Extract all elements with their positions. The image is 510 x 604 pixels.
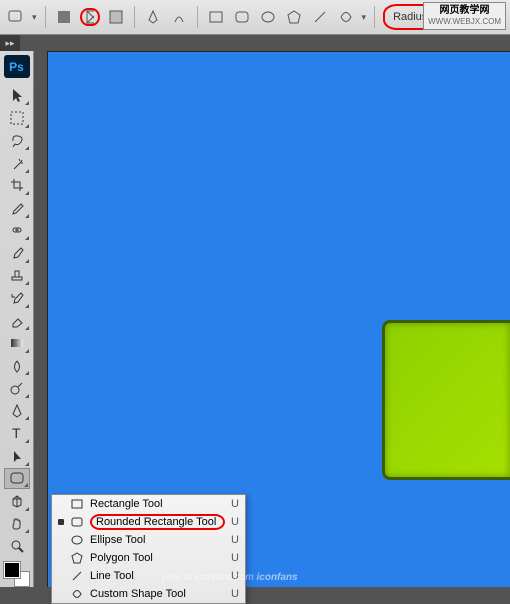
flyout-shortcut: U <box>231 552 239 564</box>
ellipse-shape-icon[interactable] <box>258 8 278 26</box>
paths-mode-icon[interactable] <box>80 8 100 26</box>
ellipse-icon <box>70 533 84 547</box>
blur-tool[interactable] <box>4 355 30 377</box>
flyout-shortcut: U <box>231 516 239 528</box>
3d-tool[interactable] <box>4 490 30 512</box>
shape-tool-flyout: Rectangle Tool U Rounded Rectangle Tool … <box>51 494 246 604</box>
divider <box>374 6 375 28</box>
roundrect-shape-icon[interactable] <box>232 8 252 26</box>
shape-layers-icon[interactable] <box>54 8 74 26</box>
flyout-item-rectangle[interactable]: Rectangle Tool U <box>52 495 245 513</box>
flyout-item-polygon[interactable]: Polygon Tool U <box>52 549 245 567</box>
divider <box>197 6 198 28</box>
type-tool[interactable]: T <box>4 422 30 444</box>
crop-tool[interactable] <box>4 175 30 197</box>
site-watermark: 网页教学网 WWW.WEBJX.COM <box>423 2 506 30</box>
roundrect-icon <box>70 515 84 529</box>
line-icon <box>70 569 84 583</box>
healing-tool[interactable] <box>4 220 30 242</box>
shape-tool[interactable] <box>4 468 30 490</box>
pen-icon[interactable] <box>143 8 163 26</box>
dodge-tool[interactable] <box>4 377 30 399</box>
eyedropper-tool[interactable] <box>4 197 30 219</box>
toolbox: Ps T <box>0 51 34 587</box>
flyout-shortcut: U <box>231 498 239 510</box>
eraser-tool[interactable] <box>4 310 30 332</box>
pen-tool[interactable] <box>4 400 30 422</box>
wand-tool[interactable] <box>4 152 30 174</box>
custom-shape-icon <box>70 587 84 601</box>
custom-shape-icon[interactable] <box>336 8 356 26</box>
flyout-item-ellipse[interactable]: Ellipse Tool U <box>52 531 245 549</box>
divider <box>45 6 46 28</box>
green-rounded-rectangle <box>382 320 510 480</box>
ps-logo: Ps <box>4 55 30 78</box>
stamp-tool[interactable] <box>4 265 30 287</box>
dropdown-arrow-icon[interactable]: ▾ <box>32 12 37 23</box>
flyout-shortcut: U <box>231 534 239 546</box>
polygon-shape-icon[interactable] <box>284 8 304 26</box>
gradient-tool[interactable] <box>4 332 30 354</box>
flyout-label: Rounded Rectangle Tool <box>90 514 225 530</box>
marquee-tool[interactable] <box>4 107 30 129</box>
flyout-item-rounded-rectangle[interactable]: Rounded Rectangle Tool U <box>52 513 245 531</box>
flyout-shortcut: U <box>231 588 239 600</box>
watermark-cn: 网页教学网 <box>428 5 501 16</box>
divider <box>134 6 135 28</box>
flyout-label: Rectangle Tool <box>90 498 225 510</box>
foreground-color-swatch[interactable] <box>4 562 20 578</box>
history-brush-tool[interactable] <box>4 287 30 309</box>
watermark-brand: iconfans <box>257 572 298 583</box>
watermark-en: WWW.WEBJX.COM <box>428 16 501 27</box>
flyout-item-custom-shape[interactable]: Custom Shape Tool U <box>52 585 245 603</box>
svg-text:T: T <box>12 426 21 440</box>
fill-pixels-icon[interactable] <box>106 8 126 26</box>
tool-preset-icon[interactable] <box>6 8 26 26</box>
polygon-icon <box>70 551 84 565</box>
panel-collapse-icon[interactable]: ▸▸ <box>0 35 20 51</box>
move-tool[interactable] <box>4 84 30 106</box>
zoom-tool[interactable] <box>4 535 30 557</box>
line-shape-icon[interactable] <box>310 8 330 26</box>
flyout-label: Custom Shape Tool <box>90 588 225 600</box>
flyout-label: Ellipse Tool <box>90 534 225 546</box>
lasso-tool[interactable] <box>4 130 30 152</box>
path-select-tool[interactable] <box>4 445 30 467</box>
freeform-pen-icon[interactable] <box>169 8 189 26</box>
color-swatches[interactable] <box>4 562 30 587</box>
flyout-label: Polygon Tool <box>90 552 225 564</box>
hand-tool[interactable] <box>4 513 30 535</box>
shape-dropdown-icon[interactable]: ▾ <box>362 12 367 23</box>
watermark-prefix: post at iconfans.com <box>162 572 257 583</box>
rect-icon <box>70 497 84 511</box>
active-dot-icon <box>58 519 64 525</box>
iconfans-watermark: post at iconfans.com iconfans <box>162 572 298 583</box>
brush-tool[interactable] <box>4 242 30 264</box>
options-bar: ▾ ▾ Radius: 网页教学网 WWW.WEBJX.COM <box>0 0 510 35</box>
rect-shape-icon[interactable] <box>206 8 226 26</box>
